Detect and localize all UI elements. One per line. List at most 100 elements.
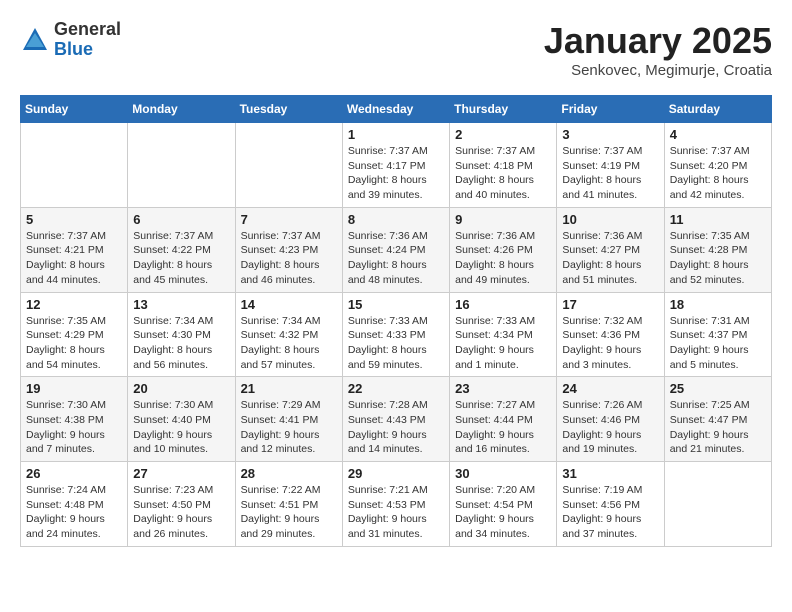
calendar-week-row: 26 Sunrise: 7:24 AM Sunset: 4:48 PM Dayli… (21, 462, 772, 547)
calendar-cell: 18 Sunrise: 7:31 AM Sunset: 4:37 PM Dayli… (664, 292, 771, 377)
day-info: Sunrise: 7:37 AM Sunset: 4:19 PM Dayligh… (562, 144, 658, 203)
day-info: Sunrise: 7:23 AM Sunset: 4:50 PM Dayligh… (133, 483, 229, 542)
calendar-cell: 10Sunrise: 7:36 AM Sunset: 4:27 PM Dayli… (557, 207, 664, 292)
calendar-cell: 25 Sunrise: 7:25 AM Sunset: 4:47 PM Dayli… (664, 377, 771, 462)
calendar-header-row: SundayMondayTuesdayWednesdayThursdayFrid… (21, 96, 772, 123)
calendar-cell: 22Sunrise: 7:28 AM Sunset: 4:43 PM Dayli… (342, 377, 449, 462)
day-number: 31 (562, 466, 658, 481)
calendar-title: January 2025 (544, 20, 772, 62)
day-info: Sunrise: 7:30 AM Sunset: 4:40 PM Dayligh… (133, 398, 229, 457)
day-number: 14 (241, 297, 337, 312)
day-number: 29 (348, 466, 444, 481)
calendar-cell (128, 123, 235, 208)
calendar-cell: 2 Sunrise: 7:37 AM Sunset: 4:18 PM Daylig… (450, 123, 557, 208)
day-info: Sunrise: 7:37 AM Sunset: 4:22 PM Dayligh… (133, 229, 229, 288)
calendar-week-row: 5 Sunrise: 7:37 AM Sunset: 4:21 PM Daylig… (21, 207, 772, 292)
day-info: Sunrise: 7:33 AM Sunset: 4:34 PM Dayligh… (455, 314, 551, 373)
day-number: 5 (26, 212, 122, 227)
logo-general: General (54, 20, 121, 40)
day-number: 24 (562, 381, 658, 396)
day-info: Sunrise: 7:34 AM Sunset: 4:32 PM Dayligh… (241, 314, 337, 373)
day-number: 11 (670, 212, 766, 227)
day-number: 1 (348, 127, 444, 142)
day-info: Sunrise: 7:21 AM Sunset: 4:53 PM Dayligh… (348, 483, 444, 542)
day-info: Sunrise: 7:37 AM Sunset: 4:18 PM Dayligh… (455, 144, 551, 203)
calendar-table: SundayMondayTuesdayWednesdayThursdayFrid… (20, 95, 772, 547)
day-info: Sunrise: 7:19 AM Sunset: 4:56 PM Dayligh… (562, 483, 658, 542)
calendar-cell: 3 Sunrise: 7:37 AM Sunset: 4:19 PM Daylig… (557, 123, 664, 208)
calendar-cell: 20 Sunrise: 7:30 AM Sunset: 4:40 PM Dayli… (128, 377, 235, 462)
day-number: 13 (133, 297, 229, 312)
day-number: 18 (670, 297, 766, 312)
calendar-cell: 24 Sunrise: 7:26 AM Sunset: 4:46 PM Dayli… (557, 377, 664, 462)
day-number: 20 (133, 381, 229, 396)
day-info: Sunrise: 7:29 AM Sunset: 4:41 PM Dayligh… (241, 398, 337, 457)
calendar-cell: 15 Sunrise: 7:33 AM Sunset: 4:33 PM Dayli… (342, 292, 449, 377)
day-of-week-header: Sunday (21, 96, 128, 123)
calendar-cell: 28 Sunrise: 7:22 AM Sunset: 4:51 PM Dayli… (235, 462, 342, 547)
logo-icon (20, 25, 50, 55)
day-number: 6 (133, 212, 229, 227)
calendar-cell: 30 Sunrise: 7:20 AM Sunset: 4:54 PM Dayli… (450, 462, 557, 547)
calendar-week-row: 12 Sunrise: 7:35 AM Sunset: 4:29 PM Dayli… (21, 292, 772, 377)
day-number: 15 (348, 297, 444, 312)
day-of-week-header: Saturday (664, 96, 771, 123)
day-number: 28 (241, 466, 337, 481)
day-number: 3 (562, 127, 658, 142)
calendar-cell: 16 Sunrise: 7:33 AM Sunset: 4:34 PM Dayli… (450, 292, 557, 377)
day-info: Sunrise: 7:33 AM Sunset: 4:33 PM Dayligh… (348, 314, 444, 373)
day-info: Sunrise: 7:25 AM Sunset: 4:47 PM Dayligh… (670, 398, 766, 457)
calendar-cell (664, 462, 771, 547)
logo-text: General Blue (54, 20, 121, 60)
day-info: Sunrise: 7:32 AM Sunset: 4:36 PM Dayligh… (562, 314, 658, 373)
day-of-week-header: Tuesday (235, 96, 342, 123)
day-info: Sunrise: 7:37 AM Sunset: 4:17 PM Dayligh… (348, 144, 444, 203)
calendar-cell: 17Sunrise: 7:32 AM Sunset: 4:36 PM Dayli… (557, 292, 664, 377)
calendar-cell: 7Sunrise: 7:37 AM Sunset: 4:23 PM Daylig… (235, 207, 342, 292)
day-info: Sunrise: 7:35 AM Sunset: 4:28 PM Dayligh… (670, 229, 766, 288)
day-number: 23 (455, 381, 551, 396)
calendar-cell: 11 Sunrise: 7:35 AM Sunset: 4:28 PM Dayli… (664, 207, 771, 292)
calendar-week-row: 1 Sunrise: 7:37 AM Sunset: 4:17 PM Daylig… (21, 123, 772, 208)
day-info: Sunrise: 7:20 AM Sunset: 4:54 PM Dayligh… (455, 483, 551, 542)
calendar-cell: 14 Sunrise: 7:34 AM Sunset: 4:32 PM Dayli… (235, 292, 342, 377)
day-of-week-header: Thursday (450, 96, 557, 123)
page-header: General Blue January 2025 Senkovec, Megi… (20, 20, 772, 79)
day-number: 25 (670, 381, 766, 396)
day-info: Sunrise: 7:35 AM Sunset: 4:29 PM Dayligh… (26, 314, 122, 373)
day-number: 22 (348, 381, 444, 396)
day-number: 26 (26, 466, 122, 481)
day-number: 21 (241, 381, 337, 396)
day-info: Sunrise: 7:37 AM Sunset: 4:20 PM Dayligh… (670, 144, 766, 203)
day-number: 30 (455, 466, 551, 481)
day-number: 12 (26, 297, 122, 312)
calendar-cell: 29 Sunrise: 7:21 AM Sunset: 4:53 PM Dayli… (342, 462, 449, 547)
day-info: Sunrise: 7:24 AM Sunset: 4:48 PM Dayligh… (26, 483, 122, 542)
day-number: 7 (241, 212, 337, 227)
calendar-cell: 8 Sunrise: 7:36 AM Sunset: 4:24 PM Daylig… (342, 207, 449, 292)
day-number: 27 (133, 466, 229, 481)
day-number: 4 (670, 127, 766, 142)
day-info: Sunrise: 7:36 AM Sunset: 4:24 PM Dayligh… (348, 229, 444, 288)
calendar-cell: 1 Sunrise: 7:37 AM Sunset: 4:17 PM Daylig… (342, 123, 449, 208)
day-info: Sunrise: 7:27 AM Sunset: 4:44 PM Dayligh… (455, 398, 551, 457)
day-info: Sunrise: 7:31 AM Sunset: 4:37 PM Dayligh… (670, 314, 766, 373)
calendar-cell: 27 Sunrise: 7:23 AM Sunset: 4:50 PM Dayli… (128, 462, 235, 547)
day-info: Sunrise: 7:22 AM Sunset: 4:51 PM Dayligh… (241, 483, 337, 542)
day-info: Sunrise: 7:26 AM Sunset: 4:46 PM Dayligh… (562, 398, 658, 457)
day-info: Sunrise: 7:36 AM Sunset: 4:27 PM Dayligh… (562, 229, 658, 288)
calendar-cell: 23 Sunrise: 7:27 AM Sunset: 4:44 PM Dayli… (450, 377, 557, 462)
day-of-week-header: Friday (557, 96, 664, 123)
calendar-cell: 31 Sunrise: 7:19 AM Sunset: 4:56 PM Dayli… (557, 462, 664, 547)
calendar-cell (21, 123, 128, 208)
day-info: Sunrise: 7:37 AM Sunset: 4:21 PM Dayligh… (26, 229, 122, 288)
day-number: 8 (348, 212, 444, 227)
title-block: January 2025 Senkovec, Megimurje, Croati… (544, 20, 772, 79)
day-info: Sunrise: 7:30 AM Sunset: 4:38 PM Dayligh… (26, 398, 122, 457)
calendar-cell: 5 Sunrise: 7:37 AM Sunset: 4:21 PM Daylig… (21, 207, 128, 292)
calendar-cell: 12 Sunrise: 7:35 AM Sunset: 4:29 PM Dayli… (21, 292, 128, 377)
day-number: 16 (455, 297, 551, 312)
calendar-cell: 4 Sunrise: 7:37 AM Sunset: 4:20 PM Daylig… (664, 123, 771, 208)
day-number: 2 (455, 127, 551, 142)
calendar-cell (235, 123, 342, 208)
